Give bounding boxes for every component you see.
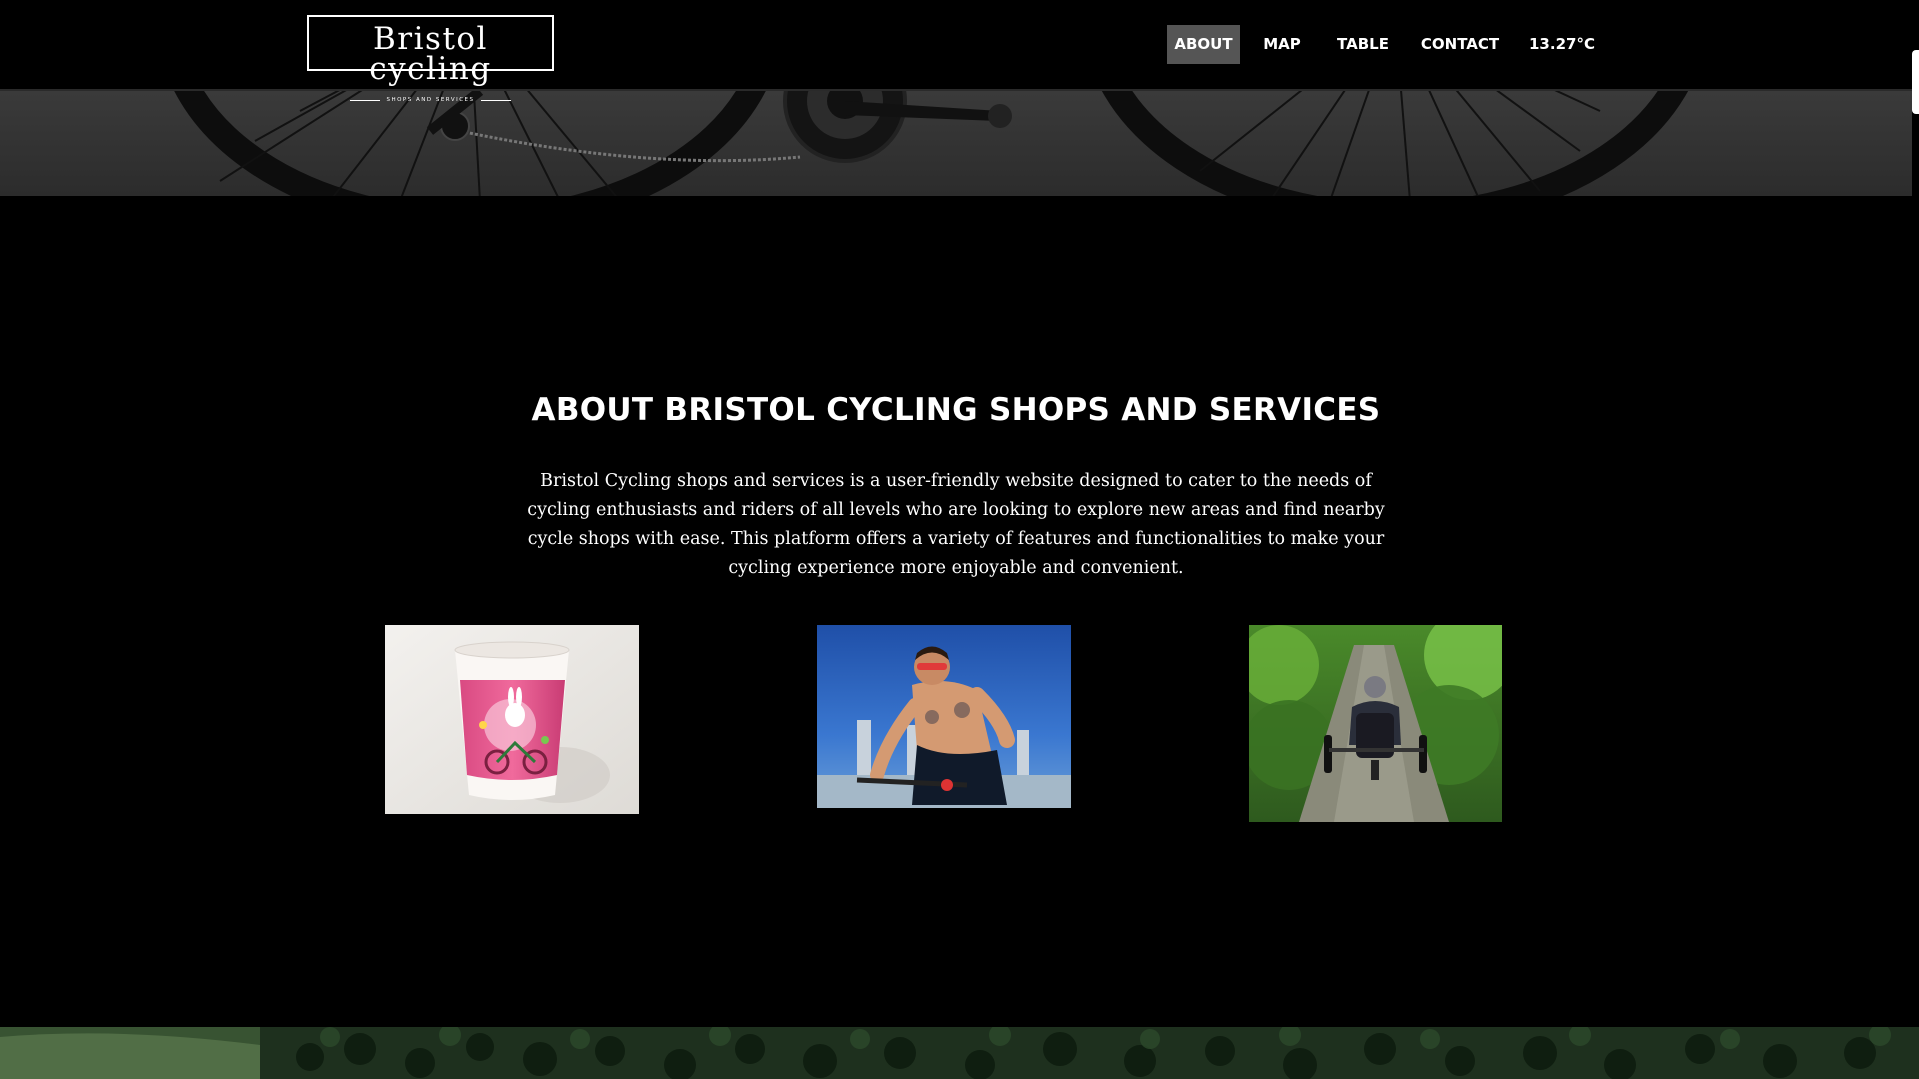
photo-trike-rider [1249,625,1502,822]
bike-illustration [174,91,1689,196]
nav-table[interactable]: TABLE [1331,25,1395,64]
scrollbar-thumb[interactable] [1912,50,1919,114]
logo-subtitle: SHOPS AND SERVICES [350,97,511,103]
hero-bike-image [0,91,1912,196]
about-description: Bristol Cycling shops and services is a … [527,471,1385,578]
about-heading: ABOUT BRISTOL CYCLING SHOPS AND SERVICES [531,392,1381,428]
photo-cup [385,625,639,814]
nav-contact[interactable]: CONTACT [1413,25,1507,64]
page: Bristol cycling SHOPS AND SERVICES ABOUT… [0,0,1919,1079]
site-header: Bristol cycling SHOPS AND SERVICES ABOUT… [0,0,1912,103]
nav-about[interactable]: ABOUT [1167,25,1240,64]
photo-shirtless-cyclist [817,625,1071,808]
footer-forest-image [0,1027,1919,1079]
forest-illustration [0,1027,1919,1079]
logo-title: Bristol cycling [369,21,492,87]
main-nav: ABOUT MAP TABLE CONTACT 13.27°C [1167,25,1595,64]
nav-map[interactable]: MAP [1257,25,1307,64]
site-logo[interactable]: Bristol cycling SHOPS AND SERVICES [307,15,554,103]
temperature-readout: 13.27°C [1529,35,1595,53]
